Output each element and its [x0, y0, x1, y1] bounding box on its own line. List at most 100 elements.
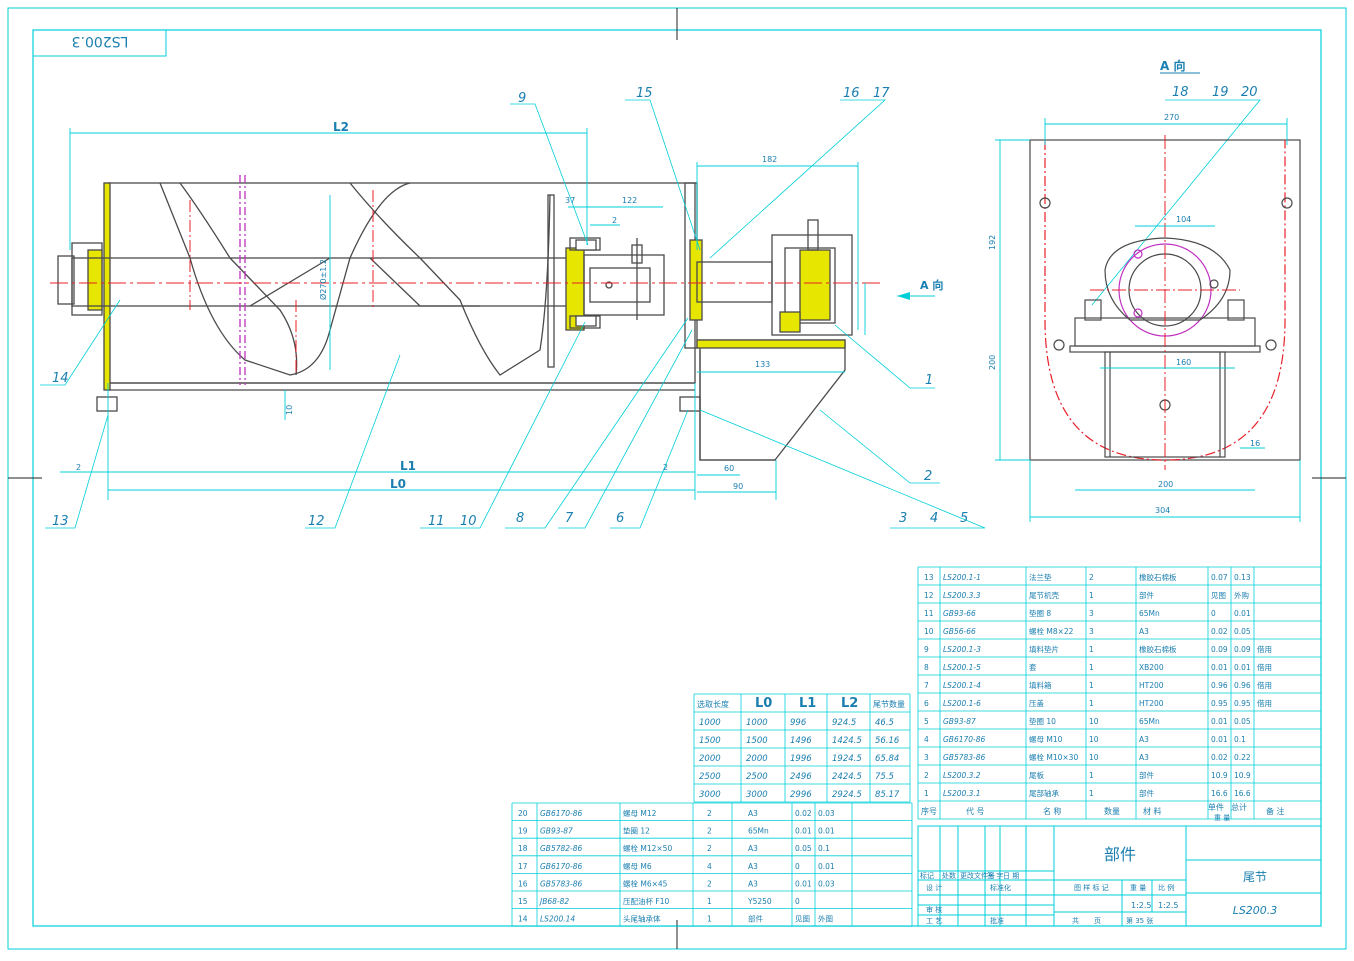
parts-left-cell: 2: [707, 879, 712, 888]
parts-right-cell: 3: [1089, 627, 1094, 636]
length-table-cell: 996: [790, 718, 807, 728]
length-table-cell: 2500: [699, 772, 721, 782]
parts-right-cell: 0.1: [1234, 735, 1246, 744]
parts-left-cell: 0.1: [818, 844, 830, 853]
parts-right-cell: 10: [924, 627, 934, 636]
parts-right-cell: 16.6: [1234, 789, 1251, 798]
tb-std: 标准化: [990, 883, 1011, 892]
drawing-sheet: LS200.3 9 15 16 17 14 13 12 11 10 8 7 6 …: [0, 0, 1354, 957]
length-table-cell: 1996: [790, 754, 812, 764]
parts-right-cell: 垫圈 10: [1029, 716, 1056, 726]
parts-right-cell: 1: [1089, 663, 1094, 672]
length-table-cell: 2496: [790, 772, 812, 782]
dim-2a: 2: [612, 216, 617, 225]
parts-right-cell: 0.05: [1234, 717, 1251, 726]
parts-left-cell: 0.02: [795, 809, 812, 818]
parts-left-cell: 头尾轴承体: [623, 914, 661, 924]
title-block: 标记 处数 更改文件号 签 字 日 期 设 计 标准化 审 核 工 艺 批准 图…: [917, 825, 1322, 927]
callout-9: 9: [518, 91, 526, 106]
parts-left-cell: GB6170-86: [540, 809, 583, 818]
front-view: [57, 175, 853, 461]
callout-20: 20: [1241, 85, 1258, 100]
parts-left-cell: GB93-87: [540, 827, 573, 836]
parts-left-cell: GB5782-86: [540, 844, 583, 853]
parts-right-cell: 0.05: [1234, 627, 1251, 636]
parts-left-cell: 14: [518, 915, 528, 924]
parts-right-cell: 0.09: [1211, 645, 1228, 654]
coupling-body: [583, 254, 665, 316]
parts-left-cell: 0.03: [818, 809, 835, 818]
tb-name: 尾节: [1243, 870, 1267, 884]
parts-left-cell: 螺栓 M6×45: [623, 878, 668, 888]
parts-right-cell: 0.01: [1234, 663, 1251, 672]
length-table-cell: 2000: [699, 754, 721, 764]
parts-right-cell: 0.01: [1211, 663, 1228, 672]
parts-right-header: 数量: [1104, 806, 1120, 816]
parts-right-cell: 4: [924, 735, 929, 744]
tb-process: 工 艺: [926, 917, 942, 925]
length-table-header: 尾节数量: [873, 699, 905, 709]
parts-right-header: 序号: [921, 806, 937, 816]
parts-right-cell: GB5783-86: [943, 753, 986, 762]
length-table-cell: 2924.5: [832, 790, 862, 800]
length-table-cell: 46.5: [875, 718, 894, 728]
parts-right-cell: XB200: [1139, 663, 1164, 672]
dim-L2: L2: [333, 120, 349, 134]
parts-left-cell: 17: [518, 862, 528, 871]
callout-15: 15: [636, 86, 653, 101]
parts-left-cell: 0.05: [795, 844, 812, 853]
tb-mark: 标记: [920, 871, 934, 880]
parts-left-cell: 部件: [748, 914, 763, 924]
dimension-labels: L2 L1 L0 182 37 122 2 2 2 10 133 60 90 Ø…: [76, 113, 1260, 515]
dim-270: 270: [1164, 113, 1179, 122]
length-table-header: L1: [799, 696, 816, 711]
parts-right-cell: 1: [1089, 699, 1094, 708]
parts-right-cell: 压盖: [1029, 698, 1045, 708]
dim-182: 182: [762, 155, 777, 164]
length-table-header: L0: [755, 696, 772, 711]
parts-right-cell: 9: [924, 645, 929, 654]
tb-count: 处数: [942, 871, 956, 880]
view-arrow-label: A 向: [920, 278, 943, 292]
parts-right-cell: 0.96: [1234, 681, 1251, 690]
parts-left-cell: 19: [518, 827, 528, 836]
parts-right-cell: 垫圈 8: [1029, 608, 1051, 618]
length-table: 选取长度 L0 L1 L2 尾节数量 1000 1000 996 924.5 46.5 1500 15…: [693, 693, 911, 803]
length-table-cell: 85.17: [875, 790, 900, 800]
parts-right-cell: HT200: [1139, 681, 1164, 690]
dim-200h: 200: [1158, 480, 1173, 489]
parts-left-cell: 1: [707, 915, 712, 924]
parts-right-cell: GB56-66: [943, 627, 976, 636]
leader-lines: [40, 99, 1261, 529]
parts-left-cell: 20: [518, 809, 528, 818]
dim-160: 160: [1176, 358, 1191, 367]
parts-right-cell: 外购: [1234, 590, 1249, 600]
parts-right-cell: 0: [1211, 609, 1216, 618]
parts-right-cell: 螺栓 M8×22: [1029, 626, 1074, 636]
parts-left-cell: 见图: [795, 915, 810, 924]
parts-right-cell: 0.13: [1234, 573, 1251, 582]
parts-right-cell: LS200.1-4: [943, 681, 981, 690]
parts-right-cell: 16.6: [1211, 789, 1228, 798]
callout-18: 18: [1172, 85, 1189, 100]
length-table-cell: 2500: [746, 772, 768, 782]
dim-L0: L0: [390, 477, 406, 491]
dim-90: 90: [733, 482, 743, 491]
tb-design: 设 计: [926, 883, 942, 892]
parts-right-cell: 6: [924, 699, 929, 708]
length-table-cell: 1500: [746, 736, 768, 746]
parts-right-cell: 螺栓 M10×30: [1029, 752, 1078, 762]
length-table-cell: 1496: [790, 736, 812, 746]
tb-scale-2: 1:2.5: [1158, 901, 1179, 910]
parts-right-header: 材 料: [1143, 806, 1162, 816]
tb-scale-label: 比 例: [1158, 883, 1174, 892]
drawing-canvas: LS200.3 9 15 16 17 14 13 12 11 10 8 7 6 …: [7, 7, 1347, 950]
parts-left-cell: 18: [518, 844, 528, 853]
parts-right-weight: 重 量: [1214, 814, 1230, 822]
callout-labels: 9 15 16 17 14 13 12 11 10 8 7 6 1 2 3 4 …: [52, 85, 1258, 529]
parts-right-cell: 1: [1089, 771, 1094, 780]
length-table-cell: 1000: [746, 718, 768, 728]
parts-right-cell: GB93-87: [943, 717, 976, 726]
parts-right-cell: 8: [924, 663, 929, 672]
parts-right-header: 备 注: [1266, 806, 1285, 816]
